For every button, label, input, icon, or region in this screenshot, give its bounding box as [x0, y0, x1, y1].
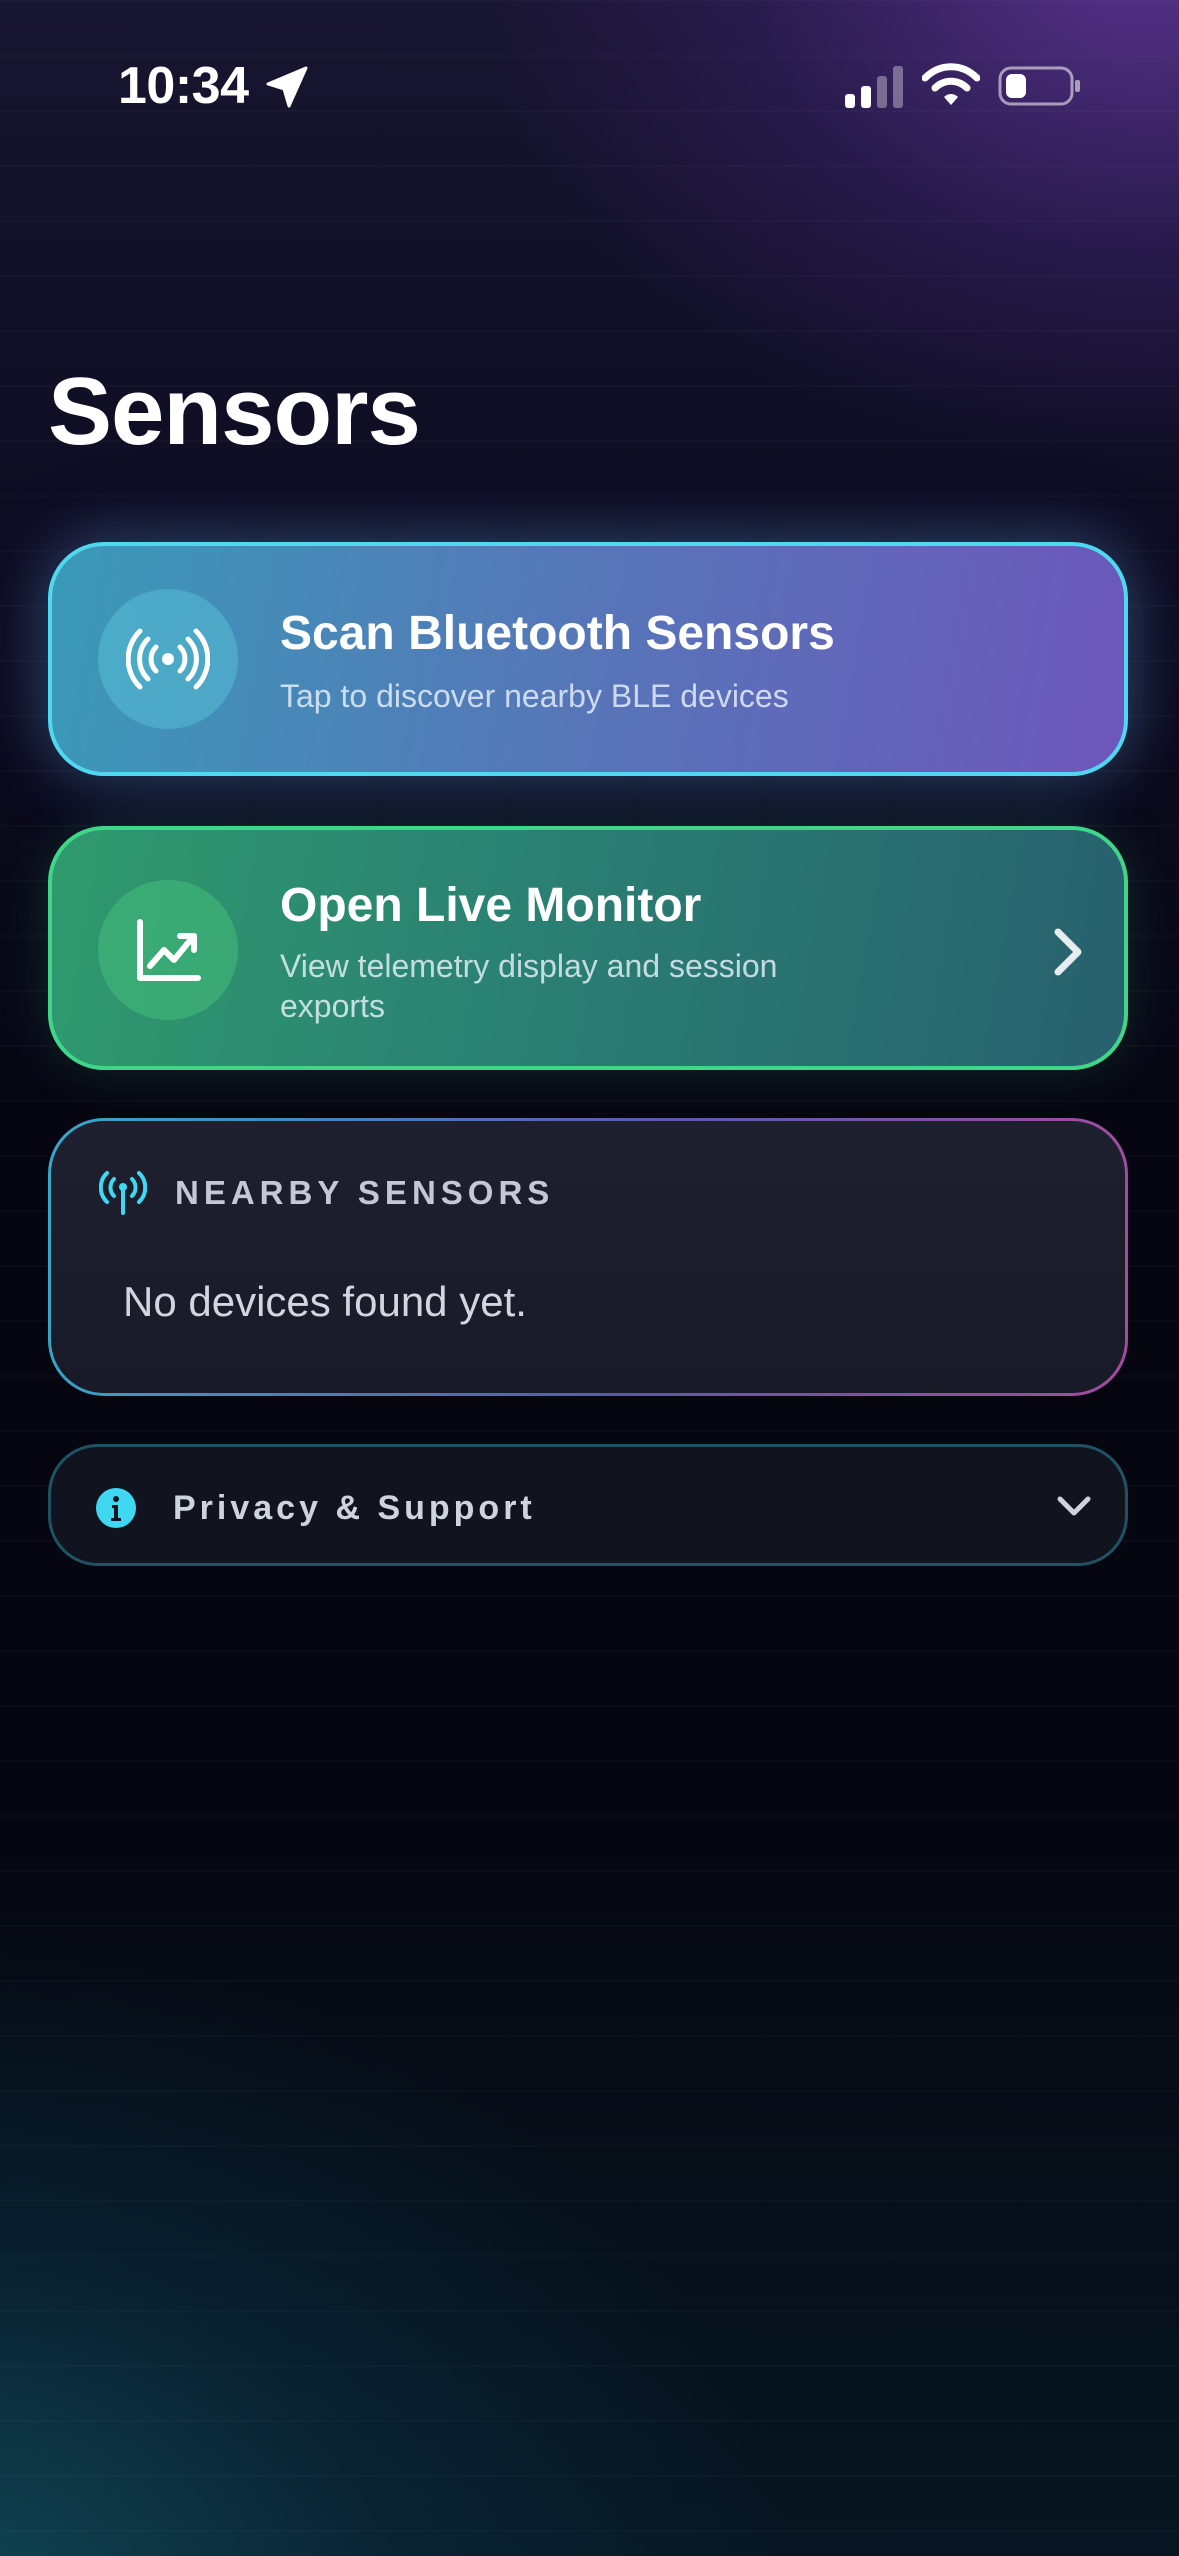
- no-devices-text: No devices found yet.: [123, 1278, 527, 1325]
- page-title: Sensors: [48, 358, 421, 465]
- scan-icon-badge: [98, 589, 238, 729]
- privacy-support-toggle[interactable]: Privacy & Support: [48, 1444, 1128, 1566]
- chevron-down-icon: [1057, 1496, 1091, 1516]
- chevron-right-icon: [1054, 928, 1082, 976]
- wifi-icon: [922, 63, 980, 105]
- monitor-card-title: Open Live Monitor: [280, 879, 702, 932]
- broadcast-signal-icon: [126, 628, 210, 690]
- privacy-support-label: Privacy & Support: [173, 1489, 536, 1527]
- monitor-icon-badge: [98, 880, 238, 1020]
- nearby-sensors-label: NEARBY SENSORS: [175, 1174, 555, 1211]
- battery-icon: [998, 66, 1080, 106]
- chart-line-up-icon: [137, 919, 201, 981]
- scan-card-subtitle: Tap to discover nearby BLE devices: [280, 678, 789, 714]
- antenna-icon: [99, 1171, 147, 1215]
- info-icon: [96, 1488, 136, 1528]
- monitor-card-subtitle: View telemetry display and session expor…: [280, 948, 778, 1024]
- nearby-sensors-panel: NEARBY SENSORS No devices found yet.: [48, 1118, 1128, 1396]
- status-bar: 10:34: [0, 0, 1179, 150]
- status-time: 10:34: [118, 57, 249, 115]
- scan-card-title: Scan Bluetooth Sensors: [280, 607, 835, 660]
- location-arrow-icon: [266, 66, 308, 108]
- cellular-signal-icon: [845, 66, 903, 108]
- open-live-monitor-button[interactable]: Open Live Monitor View telemetry display…: [48, 826, 1128, 1070]
- scan-bluetooth-button[interactable]: Scan Bluetooth Sensors Tap to discover n…: [48, 542, 1128, 776]
